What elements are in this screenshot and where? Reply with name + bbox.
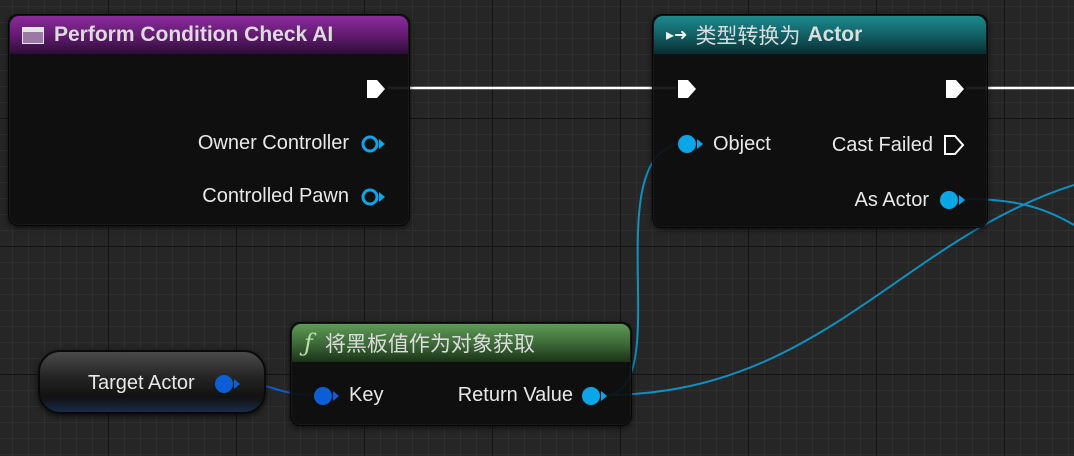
cast-exec-in-pin[interactable] [675,77,699,101]
key-pin-label: Key [349,384,384,406]
key-input-pin[interactable] [311,385,341,407]
cast-node-title-prefix: 类型转换为 [695,25,801,48]
event-icon [22,26,44,44]
cast-node-title-target: Actor [807,23,863,46]
object-input-pin[interactable] [675,133,705,155]
event-node-perform-condition-check[interactable]: Perform Condition Check AI Owner Control… [8,14,410,226]
function-node-title: 将黑板值作为对象获取 [324,333,535,356]
object-pin-label: Object [713,133,771,155]
as-actor-label: As Actor [854,189,929,211]
cast-arrow-icon: ▸➜ [666,27,688,44]
cast-exec-out-pin[interactable] [943,77,967,101]
event-node-title: Perform Condition Check AI [54,23,334,46]
return-value-output-pin[interactable] [579,385,609,407]
function-icon: ƒ [304,329,313,357]
owner-controller-pin[interactable] [359,133,387,155]
cast-node-header[interactable]: ▸➜ 类型转换为 Actor [654,16,986,54]
as-actor-output-pin[interactable] [937,189,967,211]
controlled-pawn-label: Controlled Pawn [202,185,349,207]
cast-failed-label: Cast Failed [831,134,933,156]
controlled-pawn-pin[interactable] [359,186,387,208]
event-node-header[interactable]: Perform Condition Check AI [10,16,408,54]
exec-out-pin[interactable] [364,77,388,101]
cast-to-actor-node[interactable]: ▸➜ 类型转换为 Actor Object Cast Failed As Act… [652,14,988,228]
target-actor-variable-node[interactable]: Target Actor [38,350,266,414]
return-value-label: Return Value [457,384,573,406]
get-blackboard-value-as-object-node[interactable]: ƒ 将黑板值作为对象获取 Key Return Value [290,322,632,426]
owner-controller-label: Owner Controller [197,132,349,154]
target-actor-output-pin[interactable] [212,373,242,395]
cast-failed-exec-pin[interactable] [942,133,966,157]
function-node-header[interactable]: ƒ 将黑板值作为对象获取 [292,324,630,362]
target-actor-label: Target Actor [88,372,195,394]
